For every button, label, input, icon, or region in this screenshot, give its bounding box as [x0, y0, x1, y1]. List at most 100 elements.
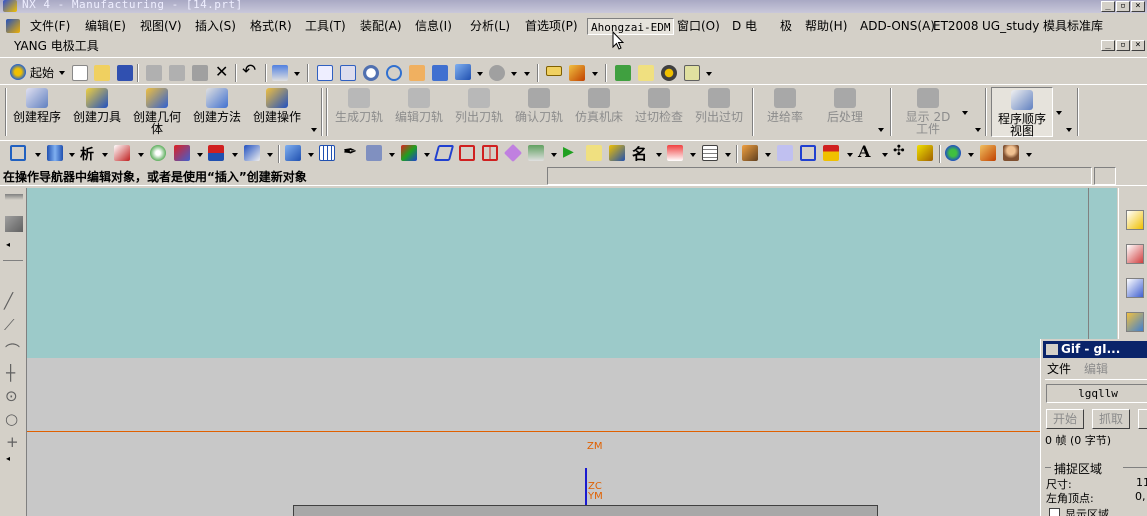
layer-icon[interactable]	[615, 65, 631, 81]
chevron-down-icon[interactable]	[138, 153, 144, 157]
menu-edit[interactable]: 编辑(E)	[83, 18, 128, 35]
chevron-down-icon[interactable]	[59, 71, 65, 75]
menu-pole[interactable]: 极	[778, 18, 794, 35]
menu-format[interactable]: 格式(R)	[248, 18, 294, 35]
chevron-down-icon[interactable]	[725, 153, 731, 157]
dimension-icon[interactable]	[777, 145, 793, 161]
menu-analysis[interactable]: 分析(L)	[468, 18, 512, 35]
columns-icon[interactable]	[319, 145, 335, 161]
cut-icon[interactable]	[146, 65, 162, 81]
menu-file[interactable]: 文件(F)	[28, 18, 72, 35]
feed-rate-button[interactable]: 进给率	[758, 88, 812, 123]
printer-icon[interactable]	[366, 145, 382, 161]
arrow-right-icon[interactable]: ▶	[563, 144, 574, 160]
fit-view-icon[interactable]	[317, 65, 333, 81]
lighting-icon[interactable]	[489, 65, 505, 81]
program-order-view-button[interactable]: 程序顺序 视图	[991, 87, 1053, 137]
chevron-down-icon[interactable]	[656, 153, 662, 157]
chevron-down-icon[interactable]	[267, 153, 273, 157]
house-icon[interactable]	[823, 145, 839, 161]
display-2d-workpiece-button[interactable]: 显示 2D 工件	[898, 88, 958, 135]
menu-mold-library[interactable]: 模具标准库	[1041, 18, 1105, 35]
plus-icon[interactable]: +	[6, 433, 19, 451]
chevron-down-icon[interactable]	[592, 72, 598, 76]
part-body[interactable]	[293, 505, 878, 516]
chevron-down-icon[interactable]	[878, 128, 884, 132]
doc-close-icon[interactable]: ×	[1131, 40, 1145, 51]
close-icon[interactable]: ×	[1131, 1, 1145, 12]
chevron-down-icon[interactable]	[1066, 128, 1072, 132]
stack-icon[interactable]	[528, 145, 544, 161]
chevron-down-icon[interactable]	[551, 153, 557, 157]
line-2-icon[interactable]: ⟋	[4, 316, 15, 334]
chevron-down-icon[interactable]	[232, 153, 238, 157]
list-toolpath-button[interactable]: 列出刀轨	[452, 88, 506, 123]
menu-view[interactable]: 视图(V)	[138, 18, 184, 35]
menu-et2008[interactable]: ET2008	[931, 18, 980, 35]
chevron-down-icon[interactable]	[765, 153, 771, 157]
menu-electrode[interactable]: D 电	[730, 18, 759, 35]
create-method-button[interactable]: 创建方法	[190, 88, 244, 123]
print-icon[interactable]	[667, 145, 683, 161]
gouge-check-button[interactable]: 过切检查	[632, 88, 686, 123]
nav-tab-operation-icon[interactable]	[1126, 210, 1144, 230]
simulate-machine-button[interactable]: 仿真机床	[572, 88, 626, 123]
generate-toolpath-button[interactable]: 生成刀轨	[332, 88, 386, 123]
chevron-down-icon[interactable]	[389, 153, 395, 157]
flag-icon[interactable]	[208, 145, 224, 161]
graphics-window[interactable]: ZM ZC YM	[27, 188, 1117, 516]
menu-yang-electrode-tools[interactable]: YANG 电极工具	[12, 38, 101, 55]
create-geometry-button[interactable]: 创建几何 体	[130, 88, 184, 135]
chevron-down-icon[interactable]	[690, 153, 696, 157]
chevron-down-icon[interactable]	[477, 72, 483, 76]
chart-icon[interactable]	[980, 145, 996, 161]
create-program-button[interactable]: 创建程序	[10, 88, 64, 123]
paste-icon[interactable]	[192, 65, 208, 81]
gif-name-field[interactable]: lgqllw	[1046, 384, 1147, 403]
start-icon[interactable]	[10, 64, 26, 80]
gif-capture-button[interactable]: 抓取	[1092, 409, 1130, 429]
measure-icon[interactable]	[546, 66, 562, 76]
axes-icon[interactable]	[401, 145, 417, 161]
nav-tab-geometry-icon[interactable]	[1126, 278, 1144, 298]
menu-ug-study[interactable]: UG_study	[980, 18, 1041, 35]
menu-insert[interactable]: 插入(S)	[193, 18, 238, 35]
analysis-icon[interactable]: 析	[80, 144, 94, 164]
chevron-down-icon[interactable]	[308, 153, 314, 157]
menu-assembly[interactable]: 装配(A)	[358, 18, 404, 35]
chevron-down-icon[interactable]	[882, 153, 888, 157]
chevron-down-icon[interactable]	[294, 72, 300, 76]
doc-list-icon[interactable]	[800, 145, 816, 161]
transform-icon[interactable]	[244, 145, 260, 161]
back-icon[interactable]	[586, 145, 602, 161]
nav-tab-machine-icon[interactable]	[1126, 244, 1144, 264]
open-folder-icon[interactable]	[94, 65, 110, 81]
menu-add-ons[interactable]: ADD-ONS(A)	[858, 18, 937, 35]
new-file-icon[interactable]	[72, 65, 88, 81]
menu-window[interactable]: 窗口(O)	[675, 18, 722, 35]
measure-angle-icon[interactable]	[569, 65, 585, 81]
text-icon[interactable]: A	[858, 142, 870, 161]
table-icon[interactable]	[702, 145, 718, 161]
minimize-icon[interactable]: _	[1101, 1, 1115, 12]
chevron-down-icon[interactable]	[511, 72, 517, 76]
name-icon[interactable]: 名	[632, 143, 647, 164]
chevron-down-icon[interactable]	[197, 153, 203, 157]
gif-menu-edit[interactable]: 编辑	[1084, 360, 1108, 377]
chevron-down-icon[interactable]	[69, 153, 75, 157]
chevron-down-icon[interactable]	[847, 153, 853, 157]
delete-icon[interactable]: ✕	[215, 62, 228, 81]
box-icon[interactable]	[285, 145, 301, 161]
filter-icon[interactable]	[661, 65, 677, 81]
gif-show-region-checkbox[interactable]	[1049, 508, 1060, 516]
parallelogram-icon[interactable]	[433, 145, 455, 161]
chevron-down-icon[interactable]	[424, 153, 430, 157]
menu-help[interactable]: 帮助(H)	[803, 18, 849, 35]
path-icon[interactable]	[5, 216, 23, 232]
line-icon[interactable]: ╱	[4, 292, 13, 310]
frame-icon[interactable]	[742, 145, 758, 161]
expand-arrow-icon[interactable]: ◂	[6, 240, 10, 249]
gif-menu-file[interactable]: 文件	[1047, 360, 1071, 377]
curve-icon[interactable]	[114, 145, 130, 161]
list-gouges-button[interactable]: 列出过切	[692, 88, 746, 123]
